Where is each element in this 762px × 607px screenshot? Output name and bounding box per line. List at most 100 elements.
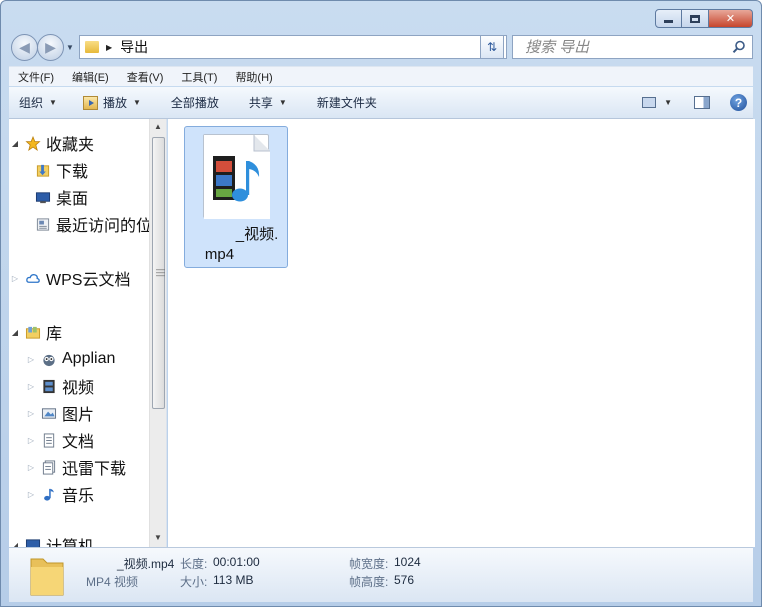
folder-icon	[30, 558, 64, 596]
recent-places-icon	[36, 217, 50, 231]
expand-arrow-icon[interactable]: ▷	[25, 463, 37, 472]
play-all-label: 全部播放	[170, 96, 219, 110]
computer-icon	[25, 538, 41, 547]
video-file-icon	[203, 134, 270, 219]
file-item-selected[interactable]: _视频. mp4	[184, 126, 288, 268]
organize-label: 组织	[19, 96, 44, 110]
recent-pages-dropdown[interactable]: ▼	[66, 43, 74, 52]
sidebar-item-desktop[interactable]: 桌面	[31, 185, 88, 209]
sidebar-item-music[interactable]: ▷ 音乐	[25, 482, 94, 506]
detail-size-value: 113 MB	[213, 573, 254, 587]
new-folder-label: 新建文件夹	[316, 96, 377, 110]
expand-arrow-icon[interactable]: ▷	[25, 382, 37, 391]
pictures-icon	[41, 407, 57, 419]
breadcrumb-current[interactable]: 导出	[120, 37, 148, 57]
film-icon	[43, 379, 55, 393]
music-note-icon	[44, 488, 54, 501]
sidebar-item-label: 收藏夹	[46, 137, 95, 154]
detail-frame-width-value: 1024	[394, 555, 421, 569]
close-icon: ✕	[725, 13, 736, 25]
toolbar-right: ▼ ?	[642, 87, 753, 118]
expand-arrow-icon[interactable]: ▷	[9, 274, 21, 283]
sidebar-item-label: WPS云文档	[46, 272, 131, 289]
sidebar-item-label: 迅雷下载	[62, 461, 127, 478]
new-folder-button[interactable]: 新建文件夹	[297, 87, 387, 118]
scroll-down-icon[interactable]: ▼	[154, 533, 162, 542]
sidebar-item-videos[interactable]: ▷ 视频	[25, 374, 94, 398]
detail-frame-height-value: 576	[394, 573, 415, 587]
sidebar-item-recent-places[interactable]: 最近访问的位	[31, 212, 152, 236]
sidebar-item-label: 桌面	[56, 191, 89, 208]
sidebar-item-label: Applian	[62, 350, 116, 367]
menu-bar: 文件(F) 编辑(E) 查看(V) 工具(T) 帮助(H)	[9, 66, 753, 86]
scroll-thumb[interactable]: — — —	[152, 137, 165, 409]
play-icon	[82, 95, 98, 110]
detail-length-label: 长度:	[180, 557, 208, 571]
chevron-down-icon: ▼	[132, 98, 141, 107]
scroll-up-icon[interactable]: ▲	[154, 122, 162, 131]
sidebar-item-label: 库	[46, 326, 63, 343]
address-bar[interactable]: ▶ 导出 ▼	[79, 35, 507, 59]
organize-button[interactable]: 组织 ▼	[9, 87, 67, 118]
share-button[interactable]: 共享 ▼	[229, 87, 297, 118]
sidebar-item-libraries[interactable]: ◢ 库	[9, 320, 62, 344]
share-label: 共享	[248, 96, 273, 110]
documents-icon	[43, 432, 55, 448]
menu-view[interactable]: 查看(V)	[118, 69, 173, 85]
sidebar-item-thunder-downloads[interactable]: ▷ 迅雷下载	[25, 455, 126, 479]
refresh-button[interactable]: ⇅	[480, 35, 504, 59]
back-button[interactable]: ◀	[11, 34, 38, 61]
command-bar: 组织 ▼ 播放 ▼ 全部播放 共享 ▼ 新建文件夹 ▼ ?	[9, 87, 753, 119]
detail-frame-height-label: 帧高度:	[349, 575, 389, 589]
file-list-pane[interactable]: _视频. mp4	[168, 119, 755, 547]
help-icon[interactable]: ?	[730, 94, 747, 111]
search-input[interactable]	[523, 37, 723, 57]
detail-filetype: MP4 视频	[86, 575, 139, 589]
sidebar-item-computer[interactable]: ◢ 计算机	[9, 533, 94, 547]
star-icon	[25, 135, 41, 151]
sidebar-item-label: 音乐	[62, 488, 95, 505]
sidebar-item-applian[interactable]: ▷ Applian	[25, 347, 115, 371]
details-pane: _视频.mp4 MP4 视频 长度: 00:01:00 大小: 113 MB 帧…	[9, 547, 753, 602]
collapse-arrow-icon[interactable]: ◢	[9, 328, 21, 337]
close-button[interactable]: ✕	[709, 9, 753, 28]
search-icon[interactable]	[732, 40, 746, 54]
breadcrumb-arrow-icon[interactable]: ▶	[106, 43, 112, 52]
file-name: _视频. mp4	[185, 225, 289, 265]
expand-arrow-icon[interactable]: ▷	[25, 436, 37, 445]
play-all-button[interactable]: 全部播放	[151, 87, 229, 118]
view-chevron-down-icon[interactable]: ▼	[664, 98, 672, 107]
sidebar-item-favorites[interactable]: ◢ 收藏夹	[9, 131, 94, 155]
forward-arrow-icon: ▶	[45, 39, 56, 55]
detail-size-label: 大小:	[180, 575, 208, 589]
change-view-icon[interactable]	[642, 97, 657, 108]
back-arrow-icon: ◀	[19, 39, 30, 55]
collapse-arrow-icon[interactable]: ◢	[9, 139, 21, 148]
sidebar-item-downloads[interactable]: 下载	[31, 158, 88, 182]
search-box	[512, 35, 753, 59]
menu-file[interactable]: 文件(F)	[9, 69, 63, 85]
menu-help[interactable]: 帮助(H)	[226, 69, 281, 85]
navpane-scrollbar[interactable]: ▲ — — — ▼	[149, 119, 166, 547]
expand-arrow-icon[interactable]: ▷	[25, 409, 37, 418]
sidebar-item-label: 计算机	[46, 533, 94, 547]
minimize-button[interactable]	[655, 9, 682, 28]
library-icon	[25, 326, 41, 339]
play-button[interactable]: 播放 ▼	[67, 87, 151, 118]
expand-arrow-icon[interactable]: ▷	[25, 355, 37, 364]
desktop-icon	[35, 191, 51, 203]
preview-pane-icon[interactable]	[694, 96, 710, 109]
grip-icon: — — —	[156, 264, 165, 280]
sidebar-item-documents[interactable]: ▷ 文档	[25, 428, 94, 452]
sidebar-item-wps-cloud[interactable]: ▷ WPS云文档	[9, 266, 131, 290]
menu-edit[interactable]: 编辑(E)	[63, 69, 118, 85]
forward-button[interactable]: ▶	[37, 34, 64, 61]
cloud-icon	[26, 273, 40, 283]
menu-tools[interactable]: 工具(T)	[172, 69, 226, 85]
sidebar-item-pictures[interactable]: ▷ 图片	[25, 401, 94, 425]
caption-buttons: ✕	[655, 9, 753, 28]
chevron-down-icon: ▼	[278, 98, 287, 107]
maximize-button[interactable]	[682, 9, 709, 28]
documents-icon	[42, 459, 56, 475]
expand-arrow-icon[interactable]: ▷	[25, 490, 37, 499]
